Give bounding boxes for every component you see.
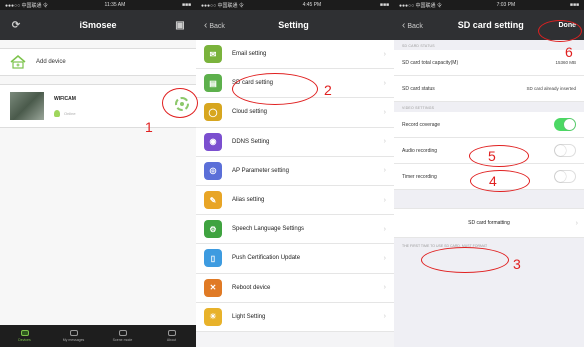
- email-setting-item[interactable]: ✉ Email setting ›: [196, 40, 394, 70]
- chevron-left-icon: ‹: [204, 19, 208, 31]
- alias-setting-item[interactable]: ✎ Alias setting ›: [196, 185, 394, 216]
- chevron-right-icon: ›: [383, 196, 386, 204]
- settings-screen: ●●●○○ 中国联通 令 4:45 PM ■■■ ‹ Back Setting ✉…: [196, 0, 394, 347]
- sd-status-value: SD card already inserted: [526, 86, 576, 91]
- annotation-number: 1: [145, 119, 153, 135]
- add-device-row[interactable]: Add device: [0, 48, 196, 76]
- push-certification-item[interactable]: ▯ Push Certification Update ›: [196, 244, 394, 274]
- add-device-label: Add device: [36, 59, 66, 65]
- home-add-icon: [10, 55, 26, 69]
- chevron-right-icon: ›: [383, 284, 386, 292]
- record-coverage-toggle[interactable]: [554, 118, 576, 131]
- back-button[interactable]: ‹ Back: [204, 20, 225, 31]
- sd-format-button[interactable]: SD card formatting ›: [394, 208, 584, 238]
- section-header-video: VIDEO SETTINGS: [402, 106, 435, 110]
- light-setting-item[interactable]: ☀ Light Setting ›: [196, 302, 394, 332]
- nav-bar: ⟳ iSmosee ▣: [0, 10, 196, 40]
- chevron-left-icon: ‹: [402, 19, 406, 31]
- status-bar: ●●●○○ 中国联通 令 11:35 AM ■■■: [0, 0, 196, 10]
- bulb-icon: [54, 109, 60, 117]
- highlight-gear: [162, 88, 198, 118]
- nav-bar: ‹ Back Setting: [196, 10, 394, 40]
- message-icon: [69, 330, 78, 336]
- status-bar: ●●●○○ 中国联通 令 7:03 PM ■■■: [394, 0, 584, 10]
- annotation-number: 4: [489, 173, 497, 189]
- reboot-device-item[interactable]: ✕ Reboot device ›: [196, 273, 394, 303]
- reboot-icon: ✕: [204, 278, 222, 297]
- grid-icon[interactable]: ▣: [172, 17, 188, 33]
- highlight-done: [538, 20, 582, 42]
- phone-icon: ▯: [204, 249, 222, 268]
- chevron-right-icon: ›: [383, 79, 386, 87]
- status-row: SD card status SD card already inserted: [394, 76, 584, 102]
- chevron-right-icon: ›: [383, 50, 386, 58]
- scene-icon: [118, 330, 127, 336]
- chevron-right-icon: ›: [383, 313, 386, 321]
- email-icon: ✉: [204, 45, 222, 64]
- highlight-sd-format: [421, 247, 509, 273]
- speech-language-item[interactable]: ⚙ Speech Language Settings ›: [196, 215, 394, 245]
- tab-scene[interactable]: Scene mode: [98, 325, 147, 347]
- highlight-record-coverage: [469, 145, 529, 167]
- record-coverage-row: Record coverage: [394, 112, 584, 138]
- back-button[interactable]: ‹ Back: [402, 20, 423, 31]
- chevron-right-icon: ›: [383, 138, 386, 146]
- annotation-number: 5: [488, 148, 496, 164]
- devices-screen: ●●●○○ 中国联通 令 11:35 AM ■■■ ⟳ iSmosee ▣ Ad…: [0, 0, 196, 347]
- tab-about[interactable]: About: [147, 325, 196, 347]
- tab-devices[interactable]: Devices: [0, 325, 49, 347]
- chevron-right-icon: ›: [383, 225, 386, 233]
- ap-parameter-item[interactable]: ◎ AP Parameter setting ›: [196, 156, 394, 186]
- audio-recording-toggle[interactable]: [554, 144, 576, 157]
- capacity-row: SD card total capacity(M) 15360 MB: [394, 50, 584, 76]
- highlight-audio-recording: [470, 170, 530, 192]
- format-note: THE FIRST TIME TO USE SD CARD, MUST FORM…: [402, 244, 488, 248]
- gear-icon: ⚙: [204, 220, 222, 239]
- annotation-number: 2: [324, 82, 332, 98]
- tab-messages[interactable]: My messages: [49, 325, 98, 347]
- annotation-number: 6: [565, 44, 573, 60]
- device-status: Online: [64, 110, 76, 116]
- highlight-sd-card-setting: [232, 73, 318, 105]
- alias-icon: ✎: [204, 191, 222, 210]
- camera-icon: [20, 330, 29, 336]
- status-bar: ●●●○○ 中国联通 令 4:45 PM ■■■: [196, 0, 394, 10]
- ddns-setting-item[interactable]: ◉ DDNS Setting ›: [196, 127, 394, 157]
- sd-card-icon: ▤: [204, 74, 222, 93]
- chevron-right-icon: ›: [575, 219, 578, 227]
- cloud-icon: ◯: [204, 103, 222, 122]
- ap-icon: ◎: [204, 161, 222, 180]
- chevron-right-icon: ›: [383, 167, 386, 175]
- info-icon: [167, 330, 176, 336]
- camera-thumbnail: [10, 92, 44, 120]
- app-title: iSmosee: [79, 20, 117, 30]
- light-icon: ☀: [204, 307, 222, 326]
- refresh-icon[interactable]: ⟳: [8, 17, 24, 33]
- tab-bar: Devices My messages Scene mode About: [0, 325, 196, 347]
- page-title: Setting: [278, 20, 309, 30]
- chevron-right-icon: ›: [383, 254, 386, 262]
- capacity-value: 15360 MB: [555, 60, 576, 65]
- timer-recording-toggle[interactable]: [554, 170, 576, 183]
- annotation-number: 3: [513, 256, 521, 272]
- chevron-right-icon: ›: [383, 108, 386, 116]
- ddns-icon: ◉: [204, 132, 222, 151]
